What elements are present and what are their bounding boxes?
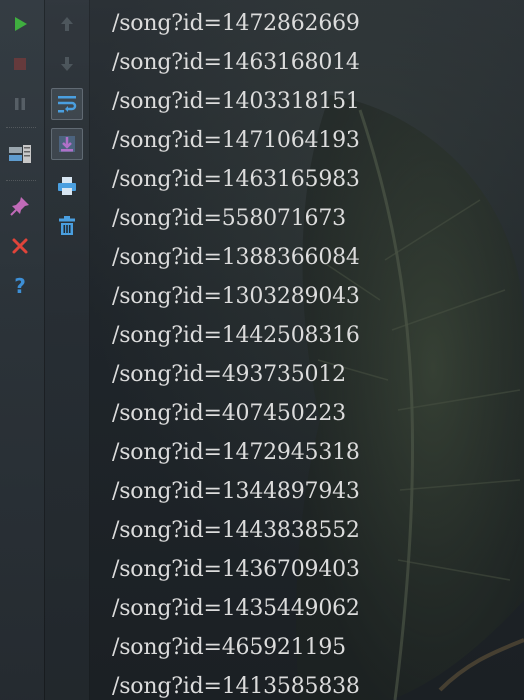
print-icon xyxy=(58,177,76,195)
pin-tab-button[interactable] xyxy=(6,192,34,220)
stop-icon xyxy=(14,58,26,70)
toolbar-separator xyxy=(6,127,36,128)
pause-button[interactable] xyxy=(6,90,34,118)
dump-threads-button[interactable] xyxy=(6,140,34,168)
console-line: /song?id=1413585838 xyxy=(112,674,360,699)
console-line: /song?id=1443838552 xyxy=(112,518,360,543)
stop-button[interactable] xyxy=(6,50,34,78)
console-line: /song?id=1436709403 xyxy=(112,557,360,582)
scroll-to-end-icon xyxy=(59,136,75,152)
next-occurrence-button[interactable] xyxy=(53,50,81,78)
console-line: /song?id=1472945318 xyxy=(112,440,360,465)
console-line: /song?id=1303289043 xyxy=(112,284,360,309)
help-button[interactable]: ? xyxy=(6,272,34,300)
soft-wrap-toggle[interactable] xyxy=(51,88,83,120)
pause-icon xyxy=(15,98,25,110)
run-tool-window: ? /song?id=1472862669 /song?id=146316801… xyxy=(0,0,524,700)
print-button[interactable] xyxy=(53,172,81,200)
run-icon xyxy=(15,17,27,31)
console-line: /song?id=1442508316 xyxy=(112,323,360,348)
console-line: /song?id=493735012 xyxy=(112,362,346,387)
run-button[interactable] xyxy=(6,10,34,38)
close-button[interactable] xyxy=(6,232,34,260)
soft-wrap-icon xyxy=(58,96,77,113)
console-line: /song?id=1471064193 xyxy=(112,128,360,153)
console-line: /song?id=558071673 xyxy=(112,206,346,231)
clear-all-button[interactable] xyxy=(53,212,81,240)
previous-occurrence-button[interactable] xyxy=(53,10,81,38)
console-line: /song?id=1435449062 xyxy=(112,596,360,621)
toolbar-separator xyxy=(6,180,36,181)
console-line: /song?id=407450223 xyxy=(112,401,346,426)
down-arrow-icon xyxy=(61,57,73,71)
svg-text:?: ? xyxy=(14,275,26,297)
up-arrow-icon xyxy=(61,17,73,31)
pin-tab-icon xyxy=(10,197,29,216)
console-line: /song?id=1344897943 xyxy=(112,479,360,504)
console-output[interactable]: /song?id=1472862669 /song?id=1463168014 … xyxy=(112,4,524,700)
scroll-to-end-toggle[interactable] xyxy=(51,128,83,160)
console-line: /song?id=1463165983 xyxy=(112,167,360,192)
trash-icon xyxy=(59,216,75,235)
dump-threads-icon xyxy=(9,145,31,163)
console-line: /song?id=1403318151 xyxy=(112,89,360,114)
close-icon xyxy=(12,238,28,254)
console-line: /song?id=465921195 xyxy=(112,635,346,660)
console-line: /song?id=1472862669 xyxy=(112,11,360,36)
help-icon: ? xyxy=(14,275,26,297)
console-line: /song?id=1463168014 xyxy=(112,50,360,75)
console-line: /song?id=1388366084 xyxy=(112,245,360,270)
